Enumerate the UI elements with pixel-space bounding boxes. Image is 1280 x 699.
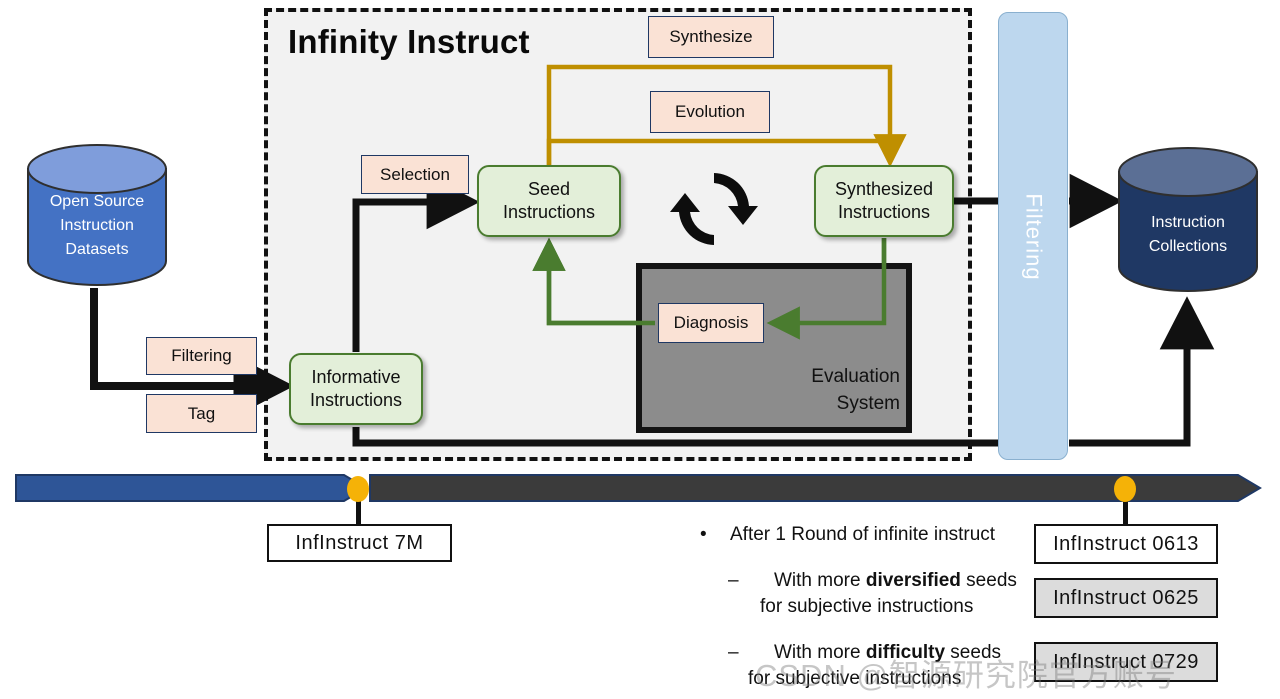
dash-glyph-1: – (728, 570, 739, 591)
timeline-segment-blue (15, 474, 368, 502)
label-selection[interactable]: Selection (361, 155, 469, 194)
collections-line1: Instruction (1151, 214, 1225, 231)
informative-line1: Informative (311, 367, 401, 387)
dash-glyph-2: – (728, 642, 739, 663)
bullet-sub-1: – With more diversified seeds for subjec… (728, 568, 1048, 620)
node-seed-instructions[interactable]: Seed Instructions (477, 165, 621, 237)
filtering-bar-label: Filtering (1022, 193, 1047, 281)
instruction-collections-label: Instruction Collections (1113, 211, 1263, 259)
seed-line1: Seed (527, 179, 571, 199)
sub1-bold: diversified (865, 570, 961, 591)
open-source-line2: Instruction (60, 217, 134, 234)
seed-line2: Instructions (502, 202, 596, 222)
collections-line2: Collections (1148, 238, 1228, 255)
refresh-cycle-icon (670, 173, 758, 245)
label-tag[interactable]: Tag (146, 394, 257, 433)
timeline-label-1[interactable]: InfInstruct 7M (267, 524, 452, 562)
label-synthesize[interactable]: Synthesize (648, 16, 774, 58)
timeline-marker-dot-2[interactable] (1114, 476, 1136, 502)
label-diagnosis[interactable]: Diagnosis (658, 303, 764, 343)
sub1-pre: With more (774, 570, 866, 591)
label-evolution[interactable]: Evolution (650, 91, 770, 133)
node-synthesized-instructions[interactable]: Synthesized Instructions (814, 165, 954, 237)
arrow-synthesized-to-diagnosis-over (766, 238, 887, 340)
open-source-line3: Datasets (65, 241, 129, 258)
synthesized-line2: Instructions (837, 202, 931, 222)
informative-line2: Instructions (309, 390, 403, 410)
open-source-line1: Open Source (49, 193, 145, 210)
bullet-main: • After 1 Round of infinite instruct (700, 524, 995, 546)
open-source-datasets-label: Open Source Instruction Datasets (22, 190, 172, 262)
timeline-label-3[interactable]: InfInstruct 0625 (1034, 578, 1218, 618)
synthesized-line1: Synthesized (834, 179, 934, 199)
diagram-canvas: Infinity Instruct Evaluation System Synt… (0, 0, 1280, 699)
timeline-bar[interactable] (14, 472, 1266, 506)
filtering-bar[interactable]: Filtering (998, 12, 1068, 460)
label-filtering[interactable]: Filtering (146, 337, 257, 375)
node-informative-instructions[interactable]: Informative Instructions (289, 353, 423, 425)
filtering-bar-label-wrap: Filtering (999, 13, 1069, 461)
timeline-label-2[interactable]: InfInstruct 0613 (1034, 524, 1218, 564)
timeline-marker-dot-1[interactable] (347, 476, 369, 502)
csdn-watermark: CSDN @智源研究院官方账号 (755, 658, 1177, 693)
bullet-glyph: • (700, 524, 707, 545)
sub1-post: seeds (960, 570, 1017, 591)
bullet-sub-1-line2: for subjective instructions (760, 596, 974, 617)
bullet-sub-1-line1: With more diversified seeds (774, 568, 1048, 594)
bullet-main-text: After 1 Round of infinite instruct (730, 524, 996, 545)
arrow-diagnosis-to-seed-over (532, 237, 655, 326)
